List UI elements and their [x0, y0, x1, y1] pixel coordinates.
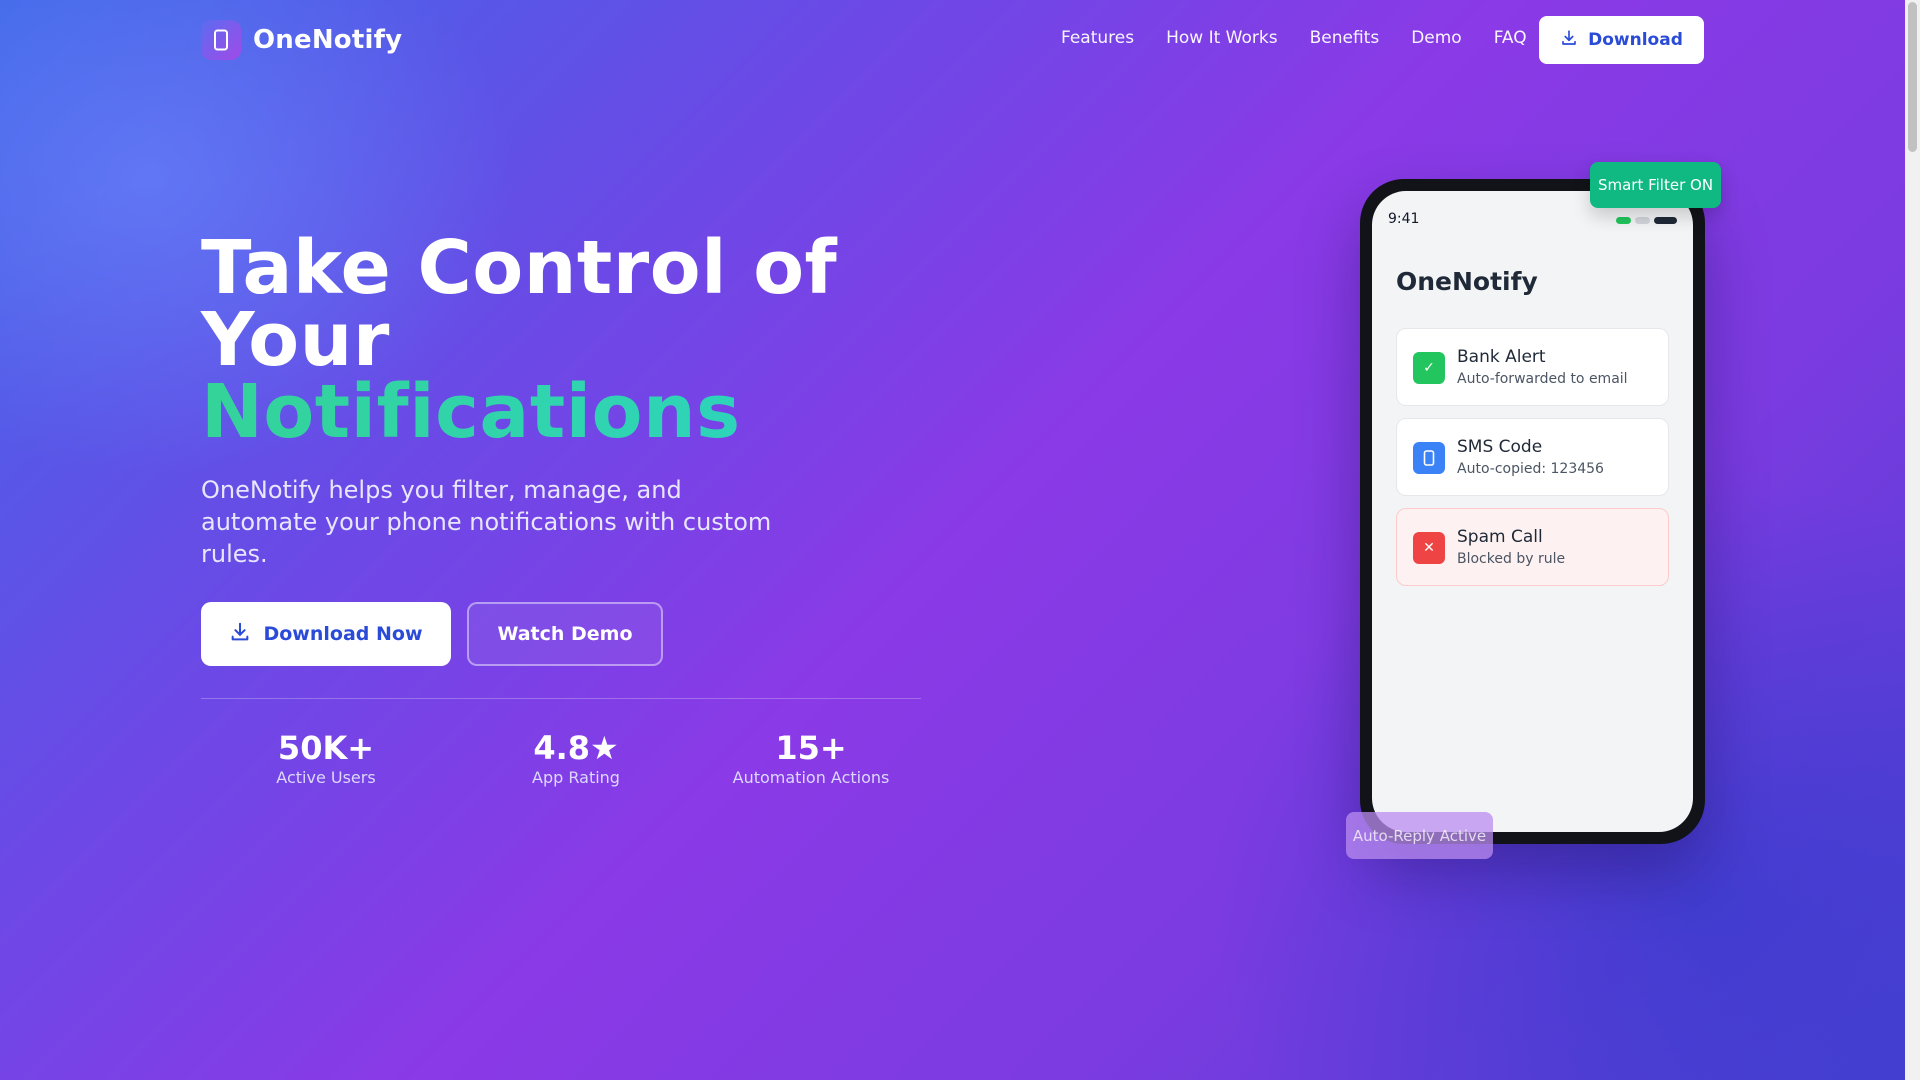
hero-subtitle: OneNotify helps you filter, manage, and … [201, 476, 772, 568]
hero-title-accent: Notifications [201, 375, 837, 449]
stat-app-rating: 4.8★ App Rating [451, 728, 701, 787]
stat-value: 50K+ [277, 729, 375, 767]
nav-links: Features How It Works Benefits Demo FAQ [1061, 28, 1527, 48]
brand[interactable]: OneNotify [201, 20, 402, 60]
stat-label: Active Users [276, 768, 376, 787]
hero-title: Take Control of Your Notifications [201, 231, 837, 449]
nav-link-faq[interactable]: FAQ [1494, 28, 1527, 48]
stat-value: 15+ [775, 729, 847, 767]
download-now-label: Download Now [263, 623, 423, 645]
close-icon: ✕ [1413, 532, 1445, 564]
phone-icon [1413, 442, 1445, 474]
watch-demo-button[interactable]: Watch Demo [467, 602, 663, 666]
stat-automation-actions: 15+ Automation Actions [701, 728, 921, 787]
phone-screen: 9:41 OneNotify ✓ Bank Alert Auto-forward… [1372, 191, 1693, 832]
download-now-button[interactable]: Download Now [201, 602, 451, 666]
card-subtitle: Blocked by rule [1457, 551, 1566, 567]
smart-filter-badge: Smart Filter ON [1590, 162, 1721, 208]
download-icon [229, 621, 251, 648]
stats: 50K+ Active Users 4.8★ App Rating 15+ Au… [201, 728, 921, 787]
notification-card-spam-call[interactable]: ✕ Spam Call Blocked by rule [1396, 508, 1669, 586]
nav-link-demo[interactable]: Demo [1411, 28, 1462, 48]
notification-card-bank-alert[interactable]: ✓ Bank Alert Auto-forwarded to email [1396, 328, 1669, 406]
check-icon: ✓ [1413, 352, 1445, 384]
download-icon [1560, 29, 1578, 52]
wifi-icon [1635, 217, 1650, 224]
phone-mockup: 9:41 OneNotify ✓ Bank Alert Auto-forward… [1360, 179, 1705, 844]
status-time: 9:41 [1388, 211, 1420, 227]
card-title: SMS Code [1457, 437, 1543, 457]
auto-reply-badge: Auto-Reply Active [1346, 812, 1493, 859]
stat-label: App Rating [532, 768, 620, 787]
app-title: OneNotify [1396, 267, 1538, 296]
card-subtitle: Auto-forwarded to email [1457, 371, 1628, 387]
card-title: Spam Call [1457, 527, 1543, 547]
nav-link-benefits[interactable]: Benefits [1310, 28, 1380, 48]
brand-name: OneNotify [253, 25, 403, 55]
card-subtitle: Auto-copied: 123456 [1457, 461, 1604, 477]
nav-download-button[interactable]: Download [1539, 16, 1704, 64]
divider [201, 698, 921, 699]
signal-icon [1616, 217, 1631, 224]
nav-link-how-it-works[interactable]: How It Works [1166, 28, 1277, 48]
stat-label: Automation Actions [732, 768, 890, 787]
page: OneNotify Features How It Works Benefits… [0, 0, 1905, 1080]
stat-active-users: 50K+ Active Users [201, 728, 451, 787]
nav-download-label: Download [1588, 30, 1683, 50]
notification-card-sms-code[interactable]: SMS Code Auto-copied: 123456 [1396, 418, 1669, 496]
top-nav: OneNotify Features How It Works Benefits… [0, 0, 1905, 80]
scrollbar-thumb[interactable] [1908, 2, 1917, 152]
card-title: Bank Alert [1457, 347, 1546, 367]
battery-icon [1654, 217, 1677, 224]
nav-link-features[interactable]: Features [1061, 28, 1134, 48]
watch-demo-label: Watch Demo [497, 623, 633, 645]
scrollbar[interactable] [1905, 0, 1920, 1080]
stat-value: 4.8★ [533, 729, 619, 767]
status-icons [1616, 217, 1677, 224]
phone-icon [201, 20, 241, 60]
